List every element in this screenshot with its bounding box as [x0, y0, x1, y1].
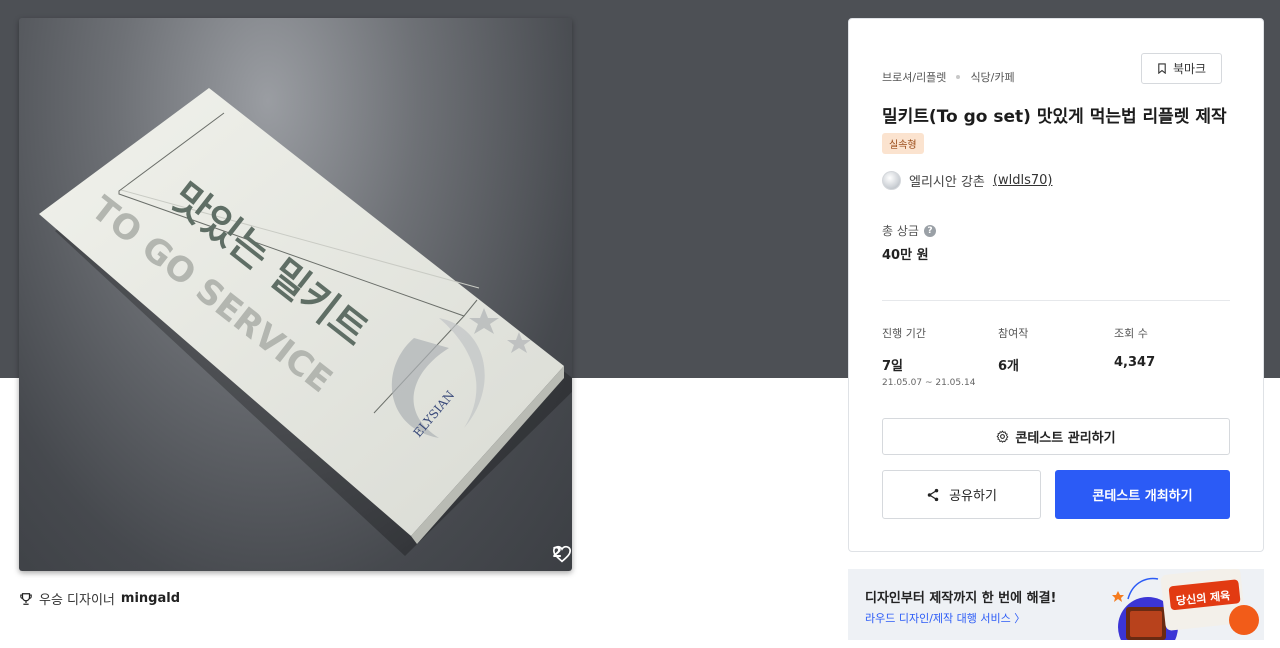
stat-label: 조회 수: [1114, 327, 1148, 340]
stat-value: 4,347: [1114, 355, 1156, 370]
share-icon: [927, 488, 939, 501]
host-avatar: [882, 171, 901, 190]
category-primary[interactable]: 브로셔/리플렛: [882, 69, 946, 85]
gear-icon: [997, 430, 1009, 443]
manage-contest-button[interactable]: 콘테스트 관리하기: [882, 418, 1230, 455]
bookmark-icon: [1158, 63, 1166, 74]
heart-icon: [553, 545, 572, 563]
bookmark-button[interactable]: 북마크: [1141, 53, 1222, 84]
stat-date-range: 21.05.07 ~ 21.05.14: [882, 378, 976, 388]
ad-illustration: 당신의 제육: [1112, 569, 1259, 640]
stat-label: 참여작: [998, 327, 1029, 340]
stat-entries: 참여작 6개: [998, 325, 1028, 374]
share-label: 공유하기: [949, 489, 997, 504]
category-secondary[interactable]: 식당/카페: [970, 69, 1014, 85]
total-prize-label: 총 상금 ?: [882, 222, 936, 239]
ad-title: 디자인부터 제작까지 한 번에 해결!: [865, 591, 1057, 606]
divider: [882, 300, 1230, 301]
designer-label: 우승 디자이너: [39, 593, 115, 608]
like-button[interactable]: 2: [552, 545, 572, 563]
contest-info-panel: 브로셔/리플렛 식당/카페 북마크 밀키트(To go set) 맛있게 먹는법…: [848, 18, 1264, 552]
bookmark-label: 북마크: [1172, 62, 1207, 76]
trophy-icon: [20, 592, 32, 605]
stat-duration: 진행 기간 7일 21.05.07 ~ 21.05.14: [882, 325, 975, 388]
open-contest-button[interactable]: 콘테스트 개최하기: [1055, 470, 1230, 519]
contest-title: 밀키트(To go set) 맛있게 먹는법 리플렛 제작: [882, 107, 1227, 127]
prize-label-text: 총 상금: [882, 224, 919, 238]
manage-label: 콘테스트 관리하기: [1015, 431, 1116, 446]
ad-banner[interactable]: 디자인부터 제작까지 한 번에 해결! 라우드 디자인/제작 대행 서비스 〉 …: [848, 569, 1264, 640]
ad-link[interactable]: 라우드 디자인/제작 대행 서비스 〉: [865, 610, 1025, 626]
stat-label: 진행 기간: [882, 327, 926, 340]
help-icon[interactable]: ?: [923, 224, 936, 237]
winning-designer: 우승 디자이너 mingald: [19, 589, 180, 608]
contest-host[interactable]: 엘리시안 강촌 (wldls70): [882, 171, 1052, 190]
host-id[interactable]: (wldls70): [993, 173, 1053, 188]
total-prize-value: 40만 원: [882, 248, 929, 263]
leaflet-photo: TO GO SERVICE 맛있는 밀키트 ELYSIAN: [39, 88, 572, 556]
breadcrumb-separator: [956, 75, 961, 79]
host-name: 엘리시안 강촌: [909, 175, 985, 190]
contest-thumbnail[interactable]: TO GO SERVICE 맛있는 밀키트 ELYSIAN 2: [19, 18, 572, 571]
stat-views: 조회 수 4,347: [1114, 325, 1155, 370]
share-button[interactable]: 공유하기: [882, 470, 1041, 519]
stat-value: 7일: [882, 359, 904, 374]
designer-name[interactable]: mingald: [121, 591, 180, 606]
category-breadcrumb: 브로셔/리플렛 식당/카페: [882, 69, 1015, 85]
stat-value: 6개: [998, 359, 1020, 374]
tier-badge: 실속형: [882, 133, 924, 154]
